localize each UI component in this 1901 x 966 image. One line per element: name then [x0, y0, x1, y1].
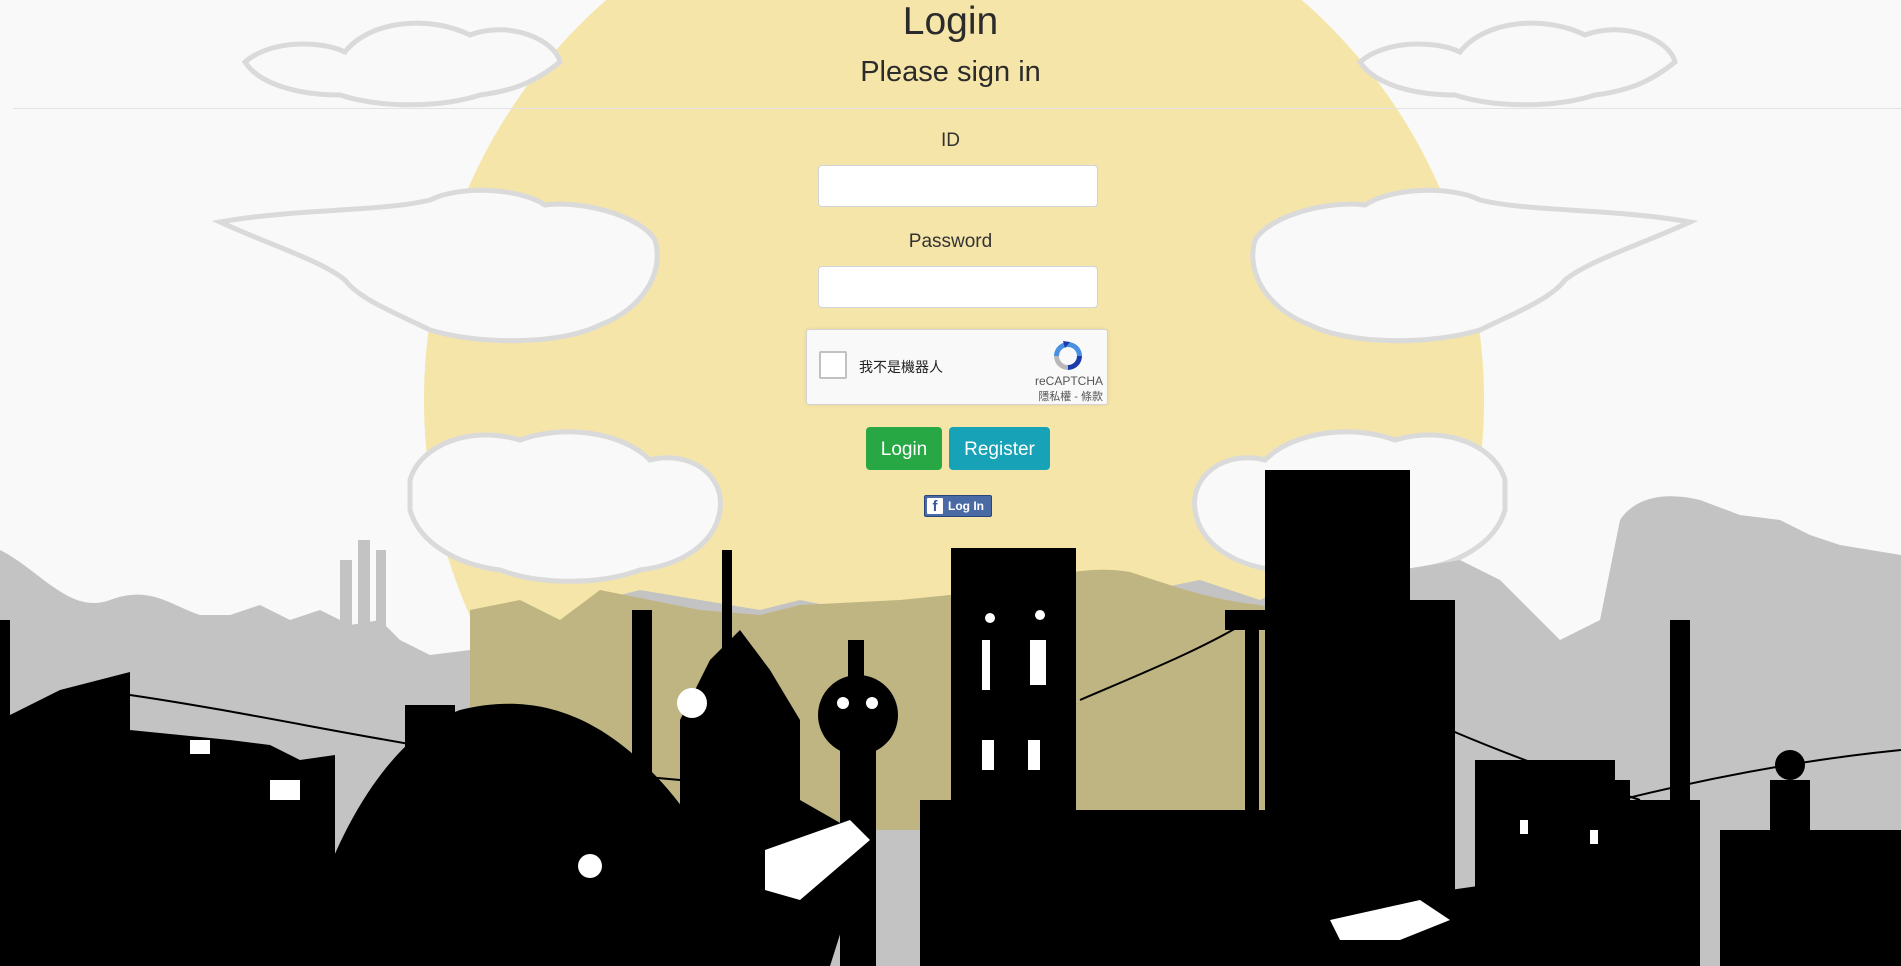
recaptcha-checkbox[interactable] — [819, 351, 847, 379]
recaptcha-icon — [1054, 341, 1082, 370]
id-input[interactable] — [818, 165, 1098, 207]
login-button[interactable]: Login — [866, 427, 942, 470]
register-button[interactable]: Register — [949, 427, 1050, 470]
recaptcha-privacy-terms-links[interactable]: 隱私權 - 條款 — [1038, 388, 1103, 404]
password-input[interactable] — [818, 266, 1098, 308]
recaptcha-widget: 我不是機器人 reCAPTCHA 隱私權 - 條款 — [806, 329, 1108, 405]
facebook-login-label: Log In — [948, 499, 984, 513]
facebook-icon: f — [927, 498, 943, 515]
facebook-login-button[interactable]: f Log In — [924, 495, 992, 517]
id-label: ID — [941, 130, 960, 151]
password-label: Password — [908, 231, 993, 252]
recaptcha-label: 我不是機器人 — [859, 359, 943, 375]
page-title: Login — [902, 0, 999, 43]
recaptcha-brand: reCAPTCHA — [1034, 374, 1103, 388]
header-divider — [13, 108, 1901, 109]
page-subtitle: Please sign in — [860, 56, 1041, 88]
login-page: Login Please sign in ID Password 我不是機器人 … — [0, 0, 1901, 966]
